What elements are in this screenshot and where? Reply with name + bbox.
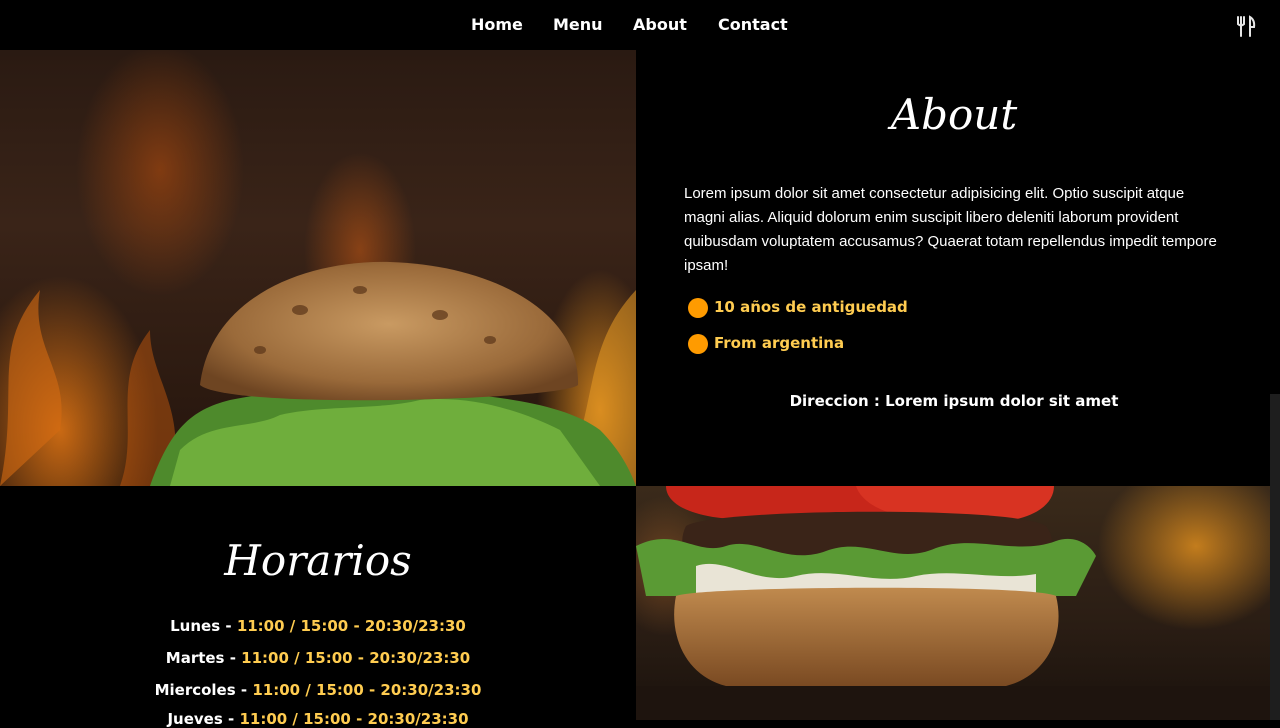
- time-range: 11:00 / 15:00 - 20:30/23:30: [241, 649, 471, 667]
- hours-row: Miercoles - 11:00 / 15:00 - 20:30/23:30: [154, 681, 482, 699]
- day-label: Martes: [165, 649, 225, 667]
- day-label: Miercoles: [154, 681, 236, 699]
- about-section: About Lorem ipsum dolor sit amet consect…: [636, 50, 1280, 486]
- hours-title: Horarios: [224, 536, 412, 585]
- hours-section: Horarios Lunes - 11:00 / 15:00 - 20:30/2…: [0, 486, 636, 728]
- top-navbar: Home Menu About Contact: [0, 0, 1280, 50]
- nav-links: Home Menu About Contact: [0, 0, 1280, 50]
- fork-knife-icon[interactable]: [1234, 14, 1258, 38]
- feature-text: 10 años de antiguedad: [714, 298, 908, 316]
- time-range: 11:00 / 15:00 - 20:30/23:30: [252, 681, 482, 699]
- nav-link-about[interactable]: About: [633, 15, 687, 35]
- day-label: Lunes: [170, 617, 221, 635]
- orange-dot-icon: [688, 298, 708, 318]
- hours-row: Lunes - 11:00 / 15:00 - 20:30/23:30: [170, 617, 466, 635]
- nav-link-contact[interactable]: Contact: [718, 15, 788, 35]
- day-label: Jueves: [167, 710, 223, 728]
- burger-image-closeup: [636, 486, 1270, 720]
- address-text: Direccion : Lorem ipsum dolor sit amet: [789, 392, 1119, 410]
- hours-row: Jueves - 11:00 / 15:00 - 20:30/23:30: [167, 710, 469, 728]
- orange-dot-icon: [688, 334, 708, 354]
- about-title: About: [890, 90, 1018, 139]
- time-range: 11:00 / 15:00 - 20:30/23:30: [236, 617, 466, 635]
- about-description: Lorem ipsum dolor sit amet consectetur a…: [684, 185, 1217, 274]
- feature-text: From argentina: [714, 334, 845, 352]
- time-range: 11:00 / 15:00 - 20:30/23:30: [239, 710, 469, 728]
- hours-row: Martes - 11:00 / 15:00 - 20:30/23:30: [165, 649, 471, 667]
- burger-image-flames: [0, 50, 636, 486]
- nav-link-menu[interactable]: Menu: [553, 15, 603, 35]
- scrollbar-track[interactable]: [1270, 394, 1280, 720]
- nav-link-home[interactable]: Home: [471, 15, 523, 35]
